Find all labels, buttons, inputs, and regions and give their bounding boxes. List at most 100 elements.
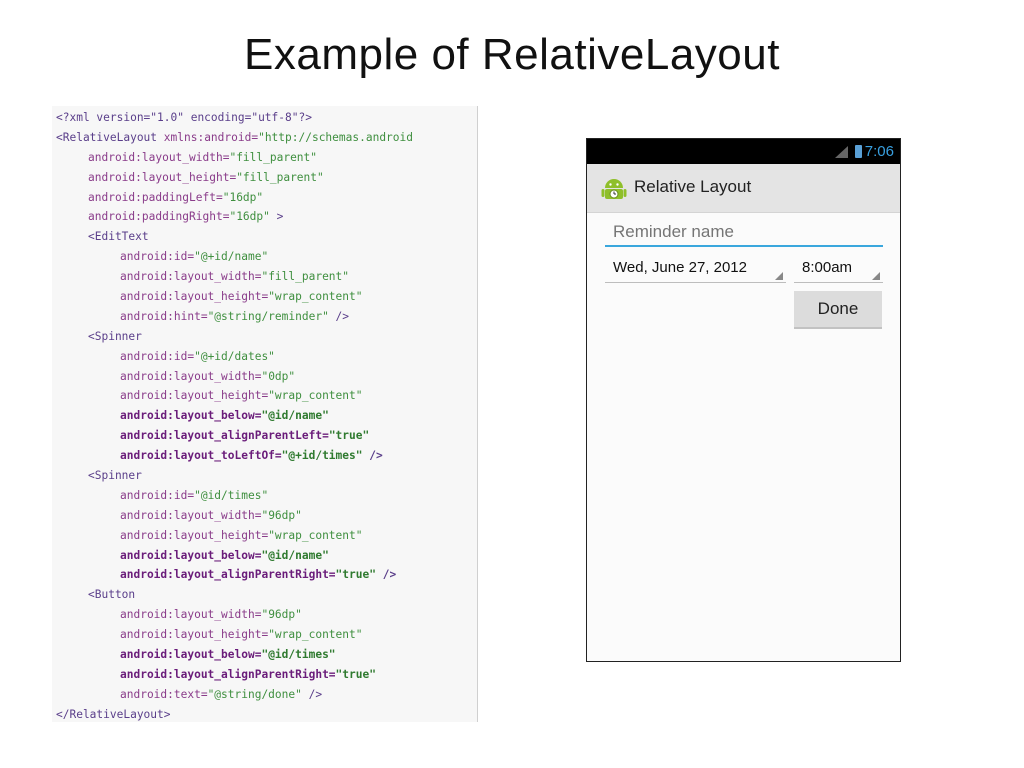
- code-token: android:id=: [120, 250, 195, 264]
- code-token: "fill_parent": [229, 150, 318, 164]
- code-token: "@id/times": [261, 648, 336, 662]
- battery-icon: [855, 145, 862, 158]
- times-spinner-value: 8:00am: [802, 259, 853, 276]
- code-token: "true": [335, 667, 376, 681]
- code-line: android:text="@string/done" />: [52, 685, 477, 705]
- code-token: "fill_parent": [261, 270, 350, 284]
- code-line: <Spinner: [52, 466, 477, 486]
- app-title: Relative Layout: [634, 177, 752, 196]
- code-line: android:id="@+id/name": [52, 247, 477, 267]
- code-line: android:layout_height="wrap_content": [52, 386, 477, 406]
- code-token: "@id/name": [261, 409, 329, 423]
- code-token: />: [301, 687, 323, 701]
- code-token: android:layout_width=: [120, 508, 262, 522]
- phone-screenshot: 7:06 Relative Layout Wed, June 27, 2012 …: [586, 138, 901, 662]
- code-line: android:layout_width="0dp": [52, 367, 477, 387]
- code-token: "wrap_content": [268, 628, 363, 642]
- code-token: "96dp": [261, 508, 302, 522]
- code-token: android:layout_below=: [120, 548, 262, 562]
- code-token: android:layout_height=: [88, 170, 237, 184]
- code-line: <?xml version="1.0" encoding="utf-8"?>: [52, 108, 477, 128]
- code-token: "@id/name": [261, 548, 329, 562]
- code-token: "true": [335, 568, 376, 582]
- code-line: android:layout_alignParentLeft="true": [52, 426, 477, 446]
- code-token: android:id=: [120, 488, 195, 502]
- slide-title: Example of RelativeLayout: [244, 30, 780, 79]
- times-spinner[interactable]: 8:00am: [794, 255, 883, 283]
- code-token: xmlns:android=: [163, 130, 259, 144]
- code-line: android:layout_alignParentRight="true": [52, 665, 477, 685]
- code-line: android:hint="@string/reminder" />: [52, 307, 477, 327]
- code-token: android:layout_height=: [120, 290, 269, 304]
- code-token: "http://schemas.android: [258, 130, 413, 144]
- code-token: <EditText: [88, 230, 149, 244]
- code-token: "fill_parent": [236, 170, 324, 184]
- code-token: android:layout_width=: [88, 150, 230, 164]
- spinner-arrow-icon: [775, 272, 783, 280]
- code-token: >: [269, 210, 284, 224]
- code-line: android:layout_width="96dp": [52, 605, 477, 625]
- code-token: android:paddingRight=: [88, 210, 230, 224]
- code-token: />: [362, 449, 383, 463]
- code-token: android:layout_below=: [120, 409, 262, 423]
- action-bar: Relative Layout: [587, 164, 900, 213]
- code-line: android:layout_below="@id/name": [52, 546, 477, 566]
- code-listing: <?xml version="1.0" encoding="utf-8"?> <R…: [52, 106, 478, 722]
- code-token: android:layout_toLeftOf=: [120, 449, 282, 463]
- code-token: android:layout_alignParentRight=: [120, 568, 336, 582]
- spinner-arrow-icon: [872, 272, 880, 280]
- status-bar: 7:06: [587, 139, 900, 164]
- code-token: <Spinner: [88, 329, 142, 343]
- code-token: android:layout_height=: [120, 389, 269, 403]
- code-token: android:layout_height=: [120, 628, 269, 642]
- code-line: android:layout_alignParentRight="true" /…: [52, 565, 477, 585]
- code-token: android:layout_height=: [120, 528, 269, 542]
- dates-spinner[interactable]: Wed, June 27, 2012: [605, 255, 786, 283]
- code-token: "true": [328, 429, 370, 443]
- code-line: android:layout_width="96dp": [52, 506, 477, 526]
- code-token: "wrap_content": [268, 389, 363, 403]
- app-content: Wed, June 27, 2012 8:00am Done: [587, 213, 900, 661]
- code-token: <?xml version="1.0" encoding="utf-8"?>: [56, 111, 312, 124]
- code-line: android:layout_height="wrap_content": [52, 287, 477, 307]
- code-token: "@+id/times": [281, 449, 363, 463]
- code-line: android:layout_below="@id/times": [52, 645, 477, 665]
- done-button[interactable]: Done: [794, 291, 882, 329]
- code-line: <Spinner: [52, 327, 477, 347]
- code-token: android:hint=: [120, 309, 208, 323]
- code-token: />: [328, 309, 350, 323]
- code-token: "@string/reminder": [207, 309, 329, 323]
- code-token: />: [375, 568, 397, 582]
- code-line: android:layout_width="fill_parent": [52, 148, 477, 168]
- code-token: android:layout_below=: [120, 648, 262, 662]
- code-token: android:id=: [120, 349, 195, 363]
- code-line: </RelativeLayout>: [52, 705, 477, 722]
- code-token: <RelativeLayout: [56, 130, 164, 144]
- dates-spinner-value: Wed, June 27, 2012: [613, 259, 747, 276]
- code-line: android:layout_below="@id/name": [52, 406, 477, 426]
- code-token: android:layout_width=: [120, 369, 262, 383]
- code-token: "@id/times": [194, 488, 269, 502]
- reminder-name-input[interactable]: [605, 219, 883, 247]
- code-line: <Button: [52, 585, 477, 605]
- android-app-icon: [601, 179, 627, 199]
- code-token: android:layout_width=: [120, 608, 262, 622]
- code-token: "wrap_content": [268, 290, 363, 304]
- code-line: android:paddingRight="16dp" >: [52, 207, 477, 227]
- code-token: android:layout_width=: [120, 270, 262, 284]
- code-line: android:layout_height="wrap_content": [52, 625, 477, 645]
- code-token: </RelativeLayout>: [56, 707, 171, 721]
- code-line: <EditText: [52, 227, 477, 247]
- code-line: android:layout_height="fill_parent": [52, 168, 477, 188]
- code-line: android:paddingLeft="16dp": [52, 188, 477, 208]
- signal-icon: [835, 146, 848, 158]
- code-line: android:layout_height="wrap_content": [52, 526, 477, 546]
- code-token: android:paddingLeft=: [88, 190, 223, 204]
- code-token: "@+id/dates": [194, 349, 275, 363]
- status-time: 7:06: [864, 143, 894, 160]
- code-token: "@string/done": [207, 687, 302, 701]
- code-token: "16dp": [229, 210, 270, 224]
- code-token: <Spinner: [88, 469, 142, 483]
- code-token: "96dp": [261, 608, 302, 622]
- code-token: android:text=: [120, 687, 208, 701]
